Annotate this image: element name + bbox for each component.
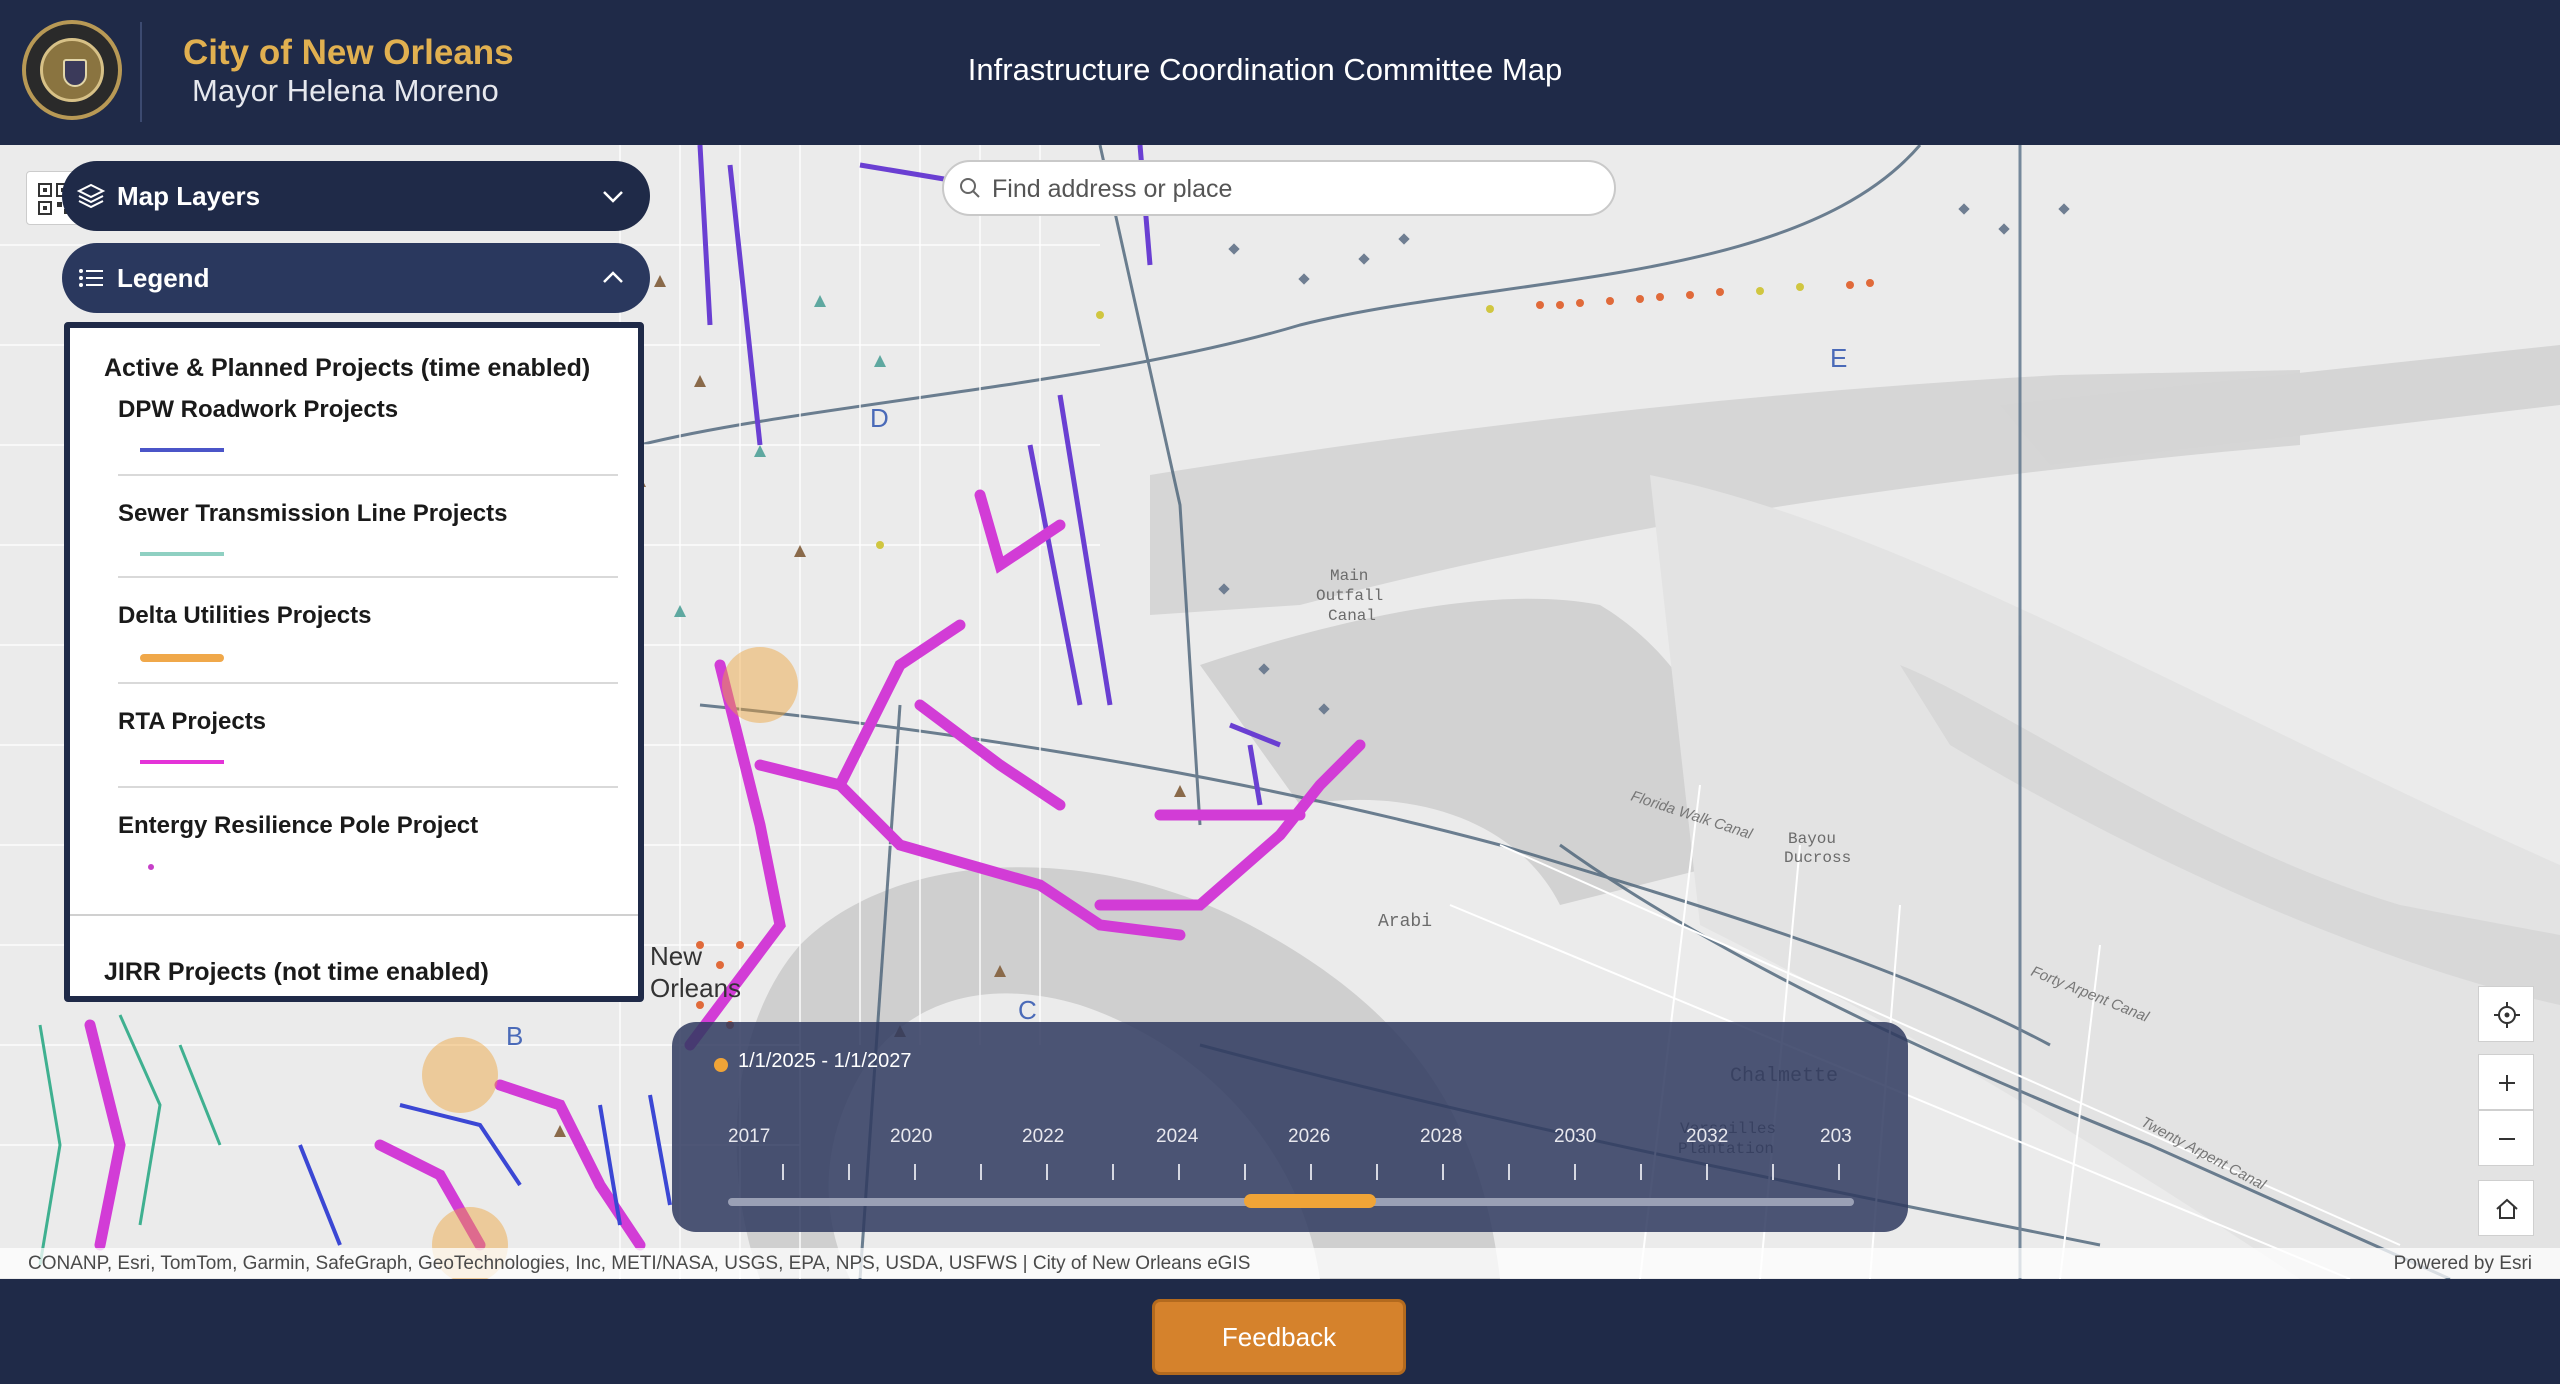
slider-tick bbox=[1508, 1164, 1510, 1180]
locate-button[interactable] bbox=[2478, 986, 2534, 1042]
slider-tick bbox=[1244, 1164, 1246, 1180]
powered-by-esri[interactable]: Powered by Esri bbox=[2394, 1253, 2532, 1275]
legend-divider bbox=[70, 914, 638, 916]
legend-item-label: Entergy Resilience Pole Project bbox=[118, 812, 479, 839]
time-range-dot-icon bbox=[714, 1058, 728, 1072]
legend-item-label: Sewer Transmission Line Projects bbox=[118, 500, 508, 527]
year-label: 2026 bbox=[1288, 1126, 1331, 1147]
map-label-arabi: Arabi bbox=[1378, 912, 1432, 932]
list-icon bbox=[79, 269, 103, 287]
legend-item-sewer: Sewer Transmission Line Projects bbox=[118, 500, 618, 570]
search-box[interactable] bbox=[942, 160, 1616, 216]
svg-text:Orleans: Orleans bbox=[650, 973, 741, 1003]
feedback-button[interactable]: Feedback bbox=[1152, 1299, 1406, 1375]
slider-range-thumb[interactable] bbox=[1244, 1194, 1376, 1208]
legend-item-dpw: DPW Roadwork Projects bbox=[118, 396, 618, 466]
legend-toggle[interactable]: Legend bbox=[62, 243, 650, 313]
year-label: 2017 bbox=[728, 1126, 771, 1147]
svg-text:Bayou: Bayou bbox=[1788, 830, 1836, 848]
slider-tick bbox=[1772, 1164, 1774, 1180]
slider-tick bbox=[1442, 1164, 1444, 1180]
time-range-label: 1/1/2025 - 1/1/2027 bbox=[738, 1050, 912, 1072]
legend-swatch-dpw bbox=[140, 448, 224, 452]
legend-item-rta: RTA Projects bbox=[118, 708, 618, 778]
year-label: 2020 bbox=[890, 1126, 933, 1147]
city-seal-icon bbox=[22, 20, 122, 120]
home-icon bbox=[2496, 1198, 2518, 1219]
slider-tick bbox=[1640, 1164, 1642, 1180]
app-header: City of New Orleans Mayor Helena Moreno … bbox=[0, 0, 2560, 145]
header-divider bbox=[140, 22, 142, 122]
app-title: Infrastructure Coordination Committee Ma… bbox=[967, 52, 1563, 87]
map-label-main-outfall: Main bbox=[1330, 567, 1368, 585]
svg-text:C: C bbox=[1018, 995, 1037, 1025]
slider-tick bbox=[782, 1164, 784, 1180]
chevron-down-icon bbox=[603, 191, 623, 203]
slider-tick bbox=[1706, 1164, 1708, 1180]
minus-icon bbox=[2499, 1138, 2515, 1140]
slider-tick bbox=[1112, 1164, 1114, 1180]
legend-item-entergy: Entergy Resilience Pole Project bbox=[118, 812, 618, 882]
year-label: 203 bbox=[1820, 1126, 1852, 1147]
legend-swatch-entergy bbox=[148, 864, 154, 870]
search-input[interactable] bbox=[992, 174, 1592, 204]
slider-tick bbox=[1178, 1164, 1180, 1180]
year-label: 2030 bbox=[1554, 1126, 1597, 1147]
map-layers-toggle[interactable]: Map Layers bbox=[62, 161, 650, 231]
legend-swatch-sewer bbox=[140, 552, 224, 556]
brand-title: City of New Orleans bbox=[183, 33, 514, 72]
legend-divider bbox=[118, 682, 618, 684]
svg-text:Outfall: Outfall bbox=[1316, 587, 1383, 605]
legend-item-label: DPW Roadwork Projects bbox=[118, 396, 399, 423]
chevron-up-icon bbox=[603, 271, 623, 283]
legend-divider bbox=[118, 786, 618, 788]
brand-subtitle: Mayor Helena Moreno bbox=[192, 73, 499, 108]
slider-tick bbox=[1574, 1164, 1576, 1180]
slider-tick bbox=[914, 1164, 916, 1180]
attribution-text: CONANP, Esri, TomTom, Garmin, SafeGraph,… bbox=[28, 1253, 1251, 1274]
slider-tick bbox=[1310, 1164, 1312, 1180]
map-attribution: CONANP, Esri, TomTom, Garmin, SafeGraph,… bbox=[0, 1248, 2560, 1278]
zoom-out-button[interactable] bbox=[2478, 1110, 2534, 1166]
svg-text:Canal: Canal bbox=[1328, 607, 1376, 625]
year-label: 2032 bbox=[1686, 1126, 1729, 1147]
svg-text:D: D bbox=[870, 403, 889, 433]
legend-divider bbox=[118, 474, 618, 476]
plus-icon bbox=[2499, 1075, 2515, 1091]
layers-icon bbox=[76, 183, 106, 209]
svg-text:E: E bbox=[1830, 343, 1847, 373]
svg-text:Ducross: Ducross bbox=[1784, 849, 1851, 867]
legend-label: Legend bbox=[117, 263, 210, 293]
home-button[interactable] bbox=[2478, 1180, 2534, 1236]
locate-icon bbox=[2494, 1002, 2520, 1028]
legend-panel: Active & Planned Projects (time enabled)… bbox=[64, 322, 644, 1002]
legend-swatch-rta bbox=[140, 760, 224, 764]
slider-tick bbox=[1046, 1164, 1048, 1180]
slider-tick bbox=[1376, 1164, 1378, 1180]
legend-item-label: Delta Utilities Projects bbox=[118, 602, 372, 629]
year-label: 2022 bbox=[1022, 1126, 1065, 1147]
legend-item-delta: Delta Utilities Projects bbox=[118, 602, 618, 672]
year-label: 2024 bbox=[1156, 1126, 1199, 1147]
slider-tick bbox=[1838, 1164, 1840, 1180]
legend-divider bbox=[118, 576, 618, 578]
zoom-in-button[interactable] bbox=[2478, 1054, 2534, 1110]
slider-tick bbox=[848, 1164, 850, 1180]
search-icon bbox=[960, 178, 980, 198]
legend-item-label: RTA Projects bbox=[118, 708, 267, 735]
app-footer: Feedback bbox=[0, 1279, 2560, 1384]
svg-text:New: New bbox=[650, 941, 702, 971]
slider-tick bbox=[980, 1164, 982, 1180]
svg-text:B: B bbox=[506, 1021, 523, 1051]
map-layers-label: Map Layers bbox=[117, 181, 261, 211]
time-slider[interactable]: 1/1/2025 - 1/1/2027 2017 2020 2022 2024 … bbox=[672, 1022, 1908, 1232]
legend-swatch-delta bbox=[140, 654, 224, 662]
year-label: 2028 bbox=[1420, 1126, 1463, 1147]
legend-section-active: Active & Planned Projects (time enabled) bbox=[104, 354, 591, 382]
legend-section-jirr: JIRR Projects (not time enabled) bbox=[104, 958, 489, 986]
